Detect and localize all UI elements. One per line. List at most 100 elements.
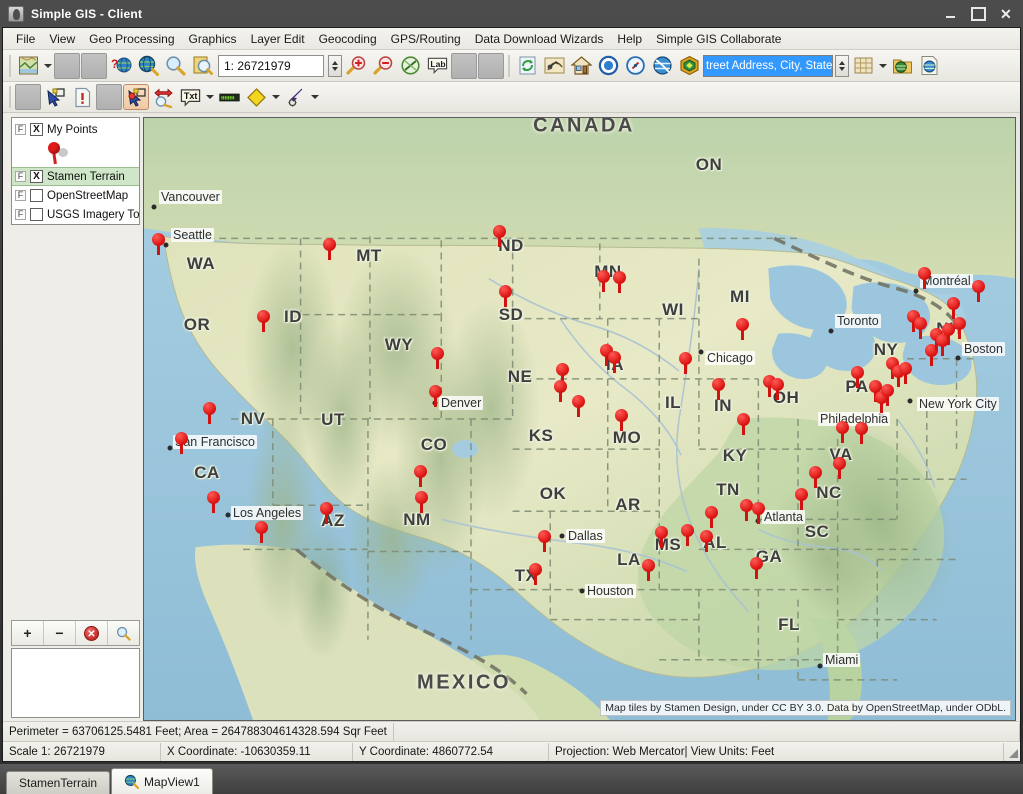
target-button[interactable] bbox=[595, 53, 621, 79]
map-city-dot bbox=[226, 513, 231, 518]
magnifier-plus-icon bbox=[346, 55, 367, 76]
menu-help[interactable]: Help bbox=[610, 30, 649, 48]
close-icon[interactable]: ✕ bbox=[993, 4, 1019, 24]
grid-dropdown-icon[interactable] bbox=[877, 54, 888, 78]
text-tool-button[interactable]: Txt bbox=[177, 84, 203, 110]
edit-blank-button[interactable] bbox=[15, 84, 41, 110]
attribute-alert-button[interactable] bbox=[69, 84, 95, 110]
layer-symbol-row bbox=[12, 139, 139, 167]
layer-checkbox[interactable]: X bbox=[30, 170, 43, 183]
map-canvas[interactable]: CANADAMEXICOONWAMTNDMNMIORIDSDWINYNHWYNE… bbox=[144, 118, 1015, 720]
menu-data-download-wizards[interactable]: Data Download Wizards bbox=[468, 30, 611, 48]
measure-bar-button[interactable]: HHHH bbox=[216, 84, 242, 110]
diamond-graphic-button[interactable] bbox=[243, 84, 269, 110]
map-city-dot bbox=[756, 519, 761, 524]
question-globe-icon: ? bbox=[111, 55, 132, 76]
geocode-search-input[interactable]: treet Address, City, State bbox=[703, 55, 833, 77]
layer-row-my-points[interactable]: F X My Points bbox=[12, 120, 139, 139]
open-layer-button[interactable] bbox=[54, 53, 80, 79]
maximize-button[interactable] bbox=[965, 4, 991, 24]
layer-checkbox[interactable]: X bbox=[30, 123, 43, 136]
expander-icon[interactable]: F bbox=[15, 171, 26, 182]
layer-checkbox[interactable] bbox=[30, 208, 43, 221]
resize-grip[interactable] bbox=[1004, 744, 1020, 760]
status-bars: Perimeter = 63706125.5481 Feet; Area = 2… bbox=[3, 721, 1020, 761]
zoom-window-button[interactable] bbox=[189, 53, 215, 79]
new-map-dropdown-icon[interactable] bbox=[42, 54, 53, 78]
layer-tree[interactable]: F X My Points F X Stamen Terrain bbox=[11, 117, 140, 225]
compass-button[interactable] bbox=[622, 53, 648, 79]
window-title: Simple GIS - Client bbox=[31, 7, 142, 21]
refresh-icon bbox=[517, 55, 538, 76]
map-view[interactable]: CANADAMEXICOONWAMTNDMNMIORIDSDWINYNHWYNE… bbox=[143, 117, 1016, 721]
tab-mapview1[interactable]: MapView1 bbox=[111, 768, 213, 794]
compass-icon bbox=[625, 55, 646, 76]
edit-blank-2-button[interactable] bbox=[96, 84, 122, 110]
menu-gps-routing[interactable]: GPS/Routing bbox=[384, 30, 468, 48]
attribute-table-pane[interactable] bbox=[11, 648, 140, 718]
x-coordinate-status: X Coordinate: -10630359.11 bbox=[161, 743, 353, 761]
folder-globe-button[interactable] bbox=[889, 53, 915, 79]
blank-2-button[interactable] bbox=[478, 53, 504, 79]
remove-layer-button[interactable]: − bbox=[44, 621, 76, 645]
text-tool-dropdown-icon[interactable] bbox=[204, 85, 215, 109]
fly-button[interactable] bbox=[541, 53, 567, 79]
identify-button[interactable]: ? bbox=[108, 53, 134, 79]
layer-checkbox[interactable] bbox=[30, 189, 43, 202]
grid-icon bbox=[853, 55, 874, 76]
pointer-dropdown-icon[interactable] bbox=[309, 85, 320, 109]
select-feature-button[interactable] bbox=[42, 84, 68, 110]
layer-row-openstreetmap[interactable]: F OpenStreetMap bbox=[12, 186, 139, 205]
main-area: F X My Points F X Stamen Terrain bbox=[3, 113, 1020, 721]
label-button[interactable]: Lab bbox=[424, 53, 450, 79]
diamond-dropdown-icon[interactable] bbox=[270, 85, 281, 109]
home-extent-button[interactable] bbox=[568, 53, 594, 79]
menu-layer-edit[interactable]: Layer Edit bbox=[244, 30, 312, 48]
find-layer-button[interactable] bbox=[108, 621, 139, 645]
layer-panel: F X My Points F X Stamen Terrain bbox=[3, 113, 143, 721]
blank-1-button[interactable] bbox=[451, 53, 477, 79]
map-terrain-graphic bbox=[144, 118, 1015, 720]
scale-input[interactable]: 1: 26721979 bbox=[218, 55, 324, 77]
map-attribution: Map tiles by Stamen Design, under CC BY … bbox=[600, 700, 1011, 716]
save-layer-button[interactable] bbox=[81, 53, 107, 79]
earth-page-button[interactable] bbox=[916, 53, 942, 79]
layer-button-bar: + − ✕ bbox=[11, 620, 140, 646]
pointer-button[interactable] bbox=[282, 84, 308, 110]
minimize-button[interactable] bbox=[937, 4, 963, 24]
delete-layer-button[interactable]: ✕ bbox=[76, 621, 108, 645]
refresh-button[interactable] bbox=[514, 53, 540, 79]
geocode-spinner[interactable] bbox=[835, 55, 849, 77]
expander-icon[interactable]: F bbox=[15, 209, 26, 220]
menu-file[interactable]: File bbox=[9, 30, 42, 48]
zoom-out-button[interactable] bbox=[370, 53, 396, 79]
new-map-button[interactable] bbox=[15, 53, 41, 79]
globe-blue-button[interactable] bbox=[649, 53, 675, 79]
expander-icon[interactable]: F bbox=[15, 124, 26, 135]
geocode-button[interactable] bbox=[676, 53, 702, 79]
scale-spinner[interactable] bbox=[328, 55, 342, 77]
map-city-dot bbox=[152, 205, 157, 210]
menu-view[interactable]: View bbox=[42, 30, 82, 48]
layer-row-stamen-terrain[interactable]: F X Stamen Terrain bbox=[12, 167, 139, 186]
menu-graphics[interactable]: Graphics bbox=[182, 30, 244, 48]
measure-button[interactable] bbox=[397, 53, 423, 79]
magnifier-minus-icon bbox=[373, 55, 394, 76]
menu-simple-gis-collaborate[interactable]: Simple GIS Collaborate bbox=[649, 30, 788, 48]
zoom-in-tool-button[interactable] bbox=[162, 53, 188, 79]
layer-row-usgs-imagery[interactable]: F USGS Imagery To bbox=[12, 205, 139, 224]
add-point-button[interactable] bbox=[123, 84, 149, 110]
green-bar-icon: HHHH bbox=[219, 87, 240, 108]
menu-geocoding[interactable]: Geocoding bbox=[312, 30, 384, 48]
tab-stamenterrain[interactable]: StamenTerrain bbox=[6, 771, 110, 794]
svg-text:Txt: Txt bbox=[183, 90, 197, 100]
pan-button[interactable] bbox=[150, 84, 176, 110]
map-city-dot bbox=[164, 243, 169, 248]
expander-icon[interactable]: F bbox=[15, 190, 26, 201]
svg-text:Lab: Lab bbox=[430, 59, 445, 69]
menu-geo-processing[interactable]: Geo Processing bbox=[82, 30, 181, 48]
add-layer-button[interactable]: + bbox=[12, 621, 44, 645]
zoom-in-button[interactable] bbox=[343, 53, 369, 79]
grid-button[interactable] bbox=[850, 53, 876, 79]
zoom-full-extent-button[interactable] bbox=[135, 53, 161, 79]
